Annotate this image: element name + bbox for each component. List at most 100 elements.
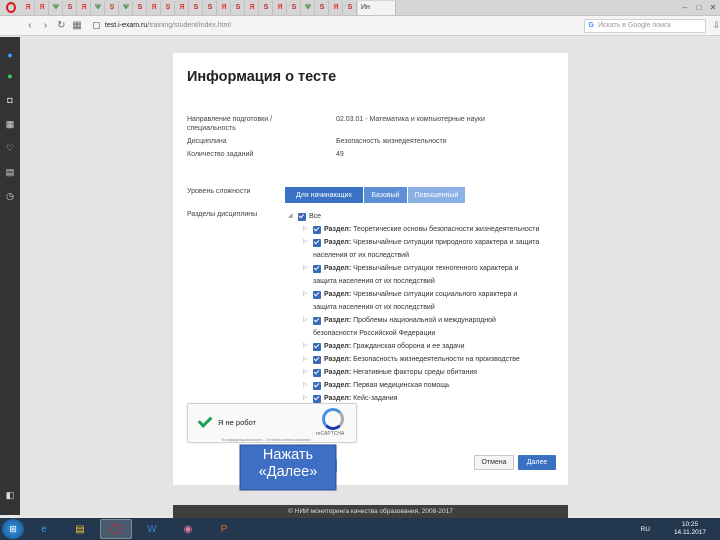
browser-tab[interactable]: Я xyxy=(148,0,161,15)
history-icon[interactable]: ◷ xyxy=(4,190,16,202)
tree-item-section[interactable]: ▷ Раздел: Безопасность жизнедеятельности… xyxy=(303,355,520,364)
tree-item-section[interactable]: ▷ Раздел: Проблемы национальной и междун… xyxy=(303,316,496,325)
tree-item-section[interactable]: ▷ Раздел: Чрезвычайные ситуации природно… xyxy=(303,238,539,247)
checkbox-icon[interactable] xyxy=(313,226,321,234)
tree-item-section[interactable]: ▷ Раздел: Чрезвычайные ситуации техноген… xyxy=(303,264,519,273)
collapse-icon[interactable]: ◢ xyxy=(288,212,298,221)
tree-item-section[interactable]: ▷ Раздел: Первая медицинская помощь xyxy=(303,381,450,390)
browser-tab[interactable]: S xyxy=(162,0,175,15)
checkbox-icon[interactable] xyxy=(313,356,321,364)
browser-tab[interactable]: S xyxy=(260,0,273,15)
next-button[interactable]: Далее xyxy=(518,455,556,470)
snapshot-icon[interactable]: ◘ xyxy=(4,94,16,106)
browser-tab[interactable]: Я xyxy=(22,0,35,15)
browser-tab[interactable]: S xyxy=(288,0,301,15)
browser-tab[interactable]: Я xyxy=(246,0,259,15)
tab-active[interactable]: Ин xyxy=(358,0,396,15)
checkbox-icon[interactable] xyxy=(313,343,321,351)
tree-root-row[interactable]: ◢ Все xyxy=(288,212,321,221)
checkbox-icon[interactable] xyxy=(313,265,321,273)
expand-icon[interactable]: ▷ xyxy=(303,264,313,273)
browser-tab[interactable]: S xyxy=(106,0,119,15)
opera-logo-icon[interactable] xyxy=(0,0,22,16)
close-window-icon[interactable]: ✕ xyxy=(706,1,720,15)
browser-tab[interactable]: S xyxy=(316,0,329,15)
forward-icon[interactable]: › xyxy=(38,17,54,35)
browser-tab[interactable]: S xyxy=(232,0,245,15)
checkbox-icon[interactable] xyxy=(313,291,321,299)
tree-item-section[interactable]: ▷ Раздел: Кейс-задания xyxy=(303,394,397,403)
tab-favicon-icon: Я xyxy=(221,4,227,11)
browser-tab[interactable]: Ψ xyxy=(50,0,63,15)
expand-icon[interactable]: ▷ xyxy=(303,342,313,351)
speed-dial-icon[interactable]: ▦ xyxy=(69,17,85,35)
browser-tab[interactable]: S xyxy=(134,0,147,15)
checkbox-icon[interactable] xyxy=(313,395,321,403)
checkbox-icon[interactable] xyxy=(298,213,306,221)
browser-tab[interactable]: Я xyxy=(218,0,231,15)
section-label-continuation: защита населения от их последствий xyxy=(313,277,435,286)
tree-item-section[interactable]: ▷ Раздел: Гражданская оборона и ее задач… xyxy=(303,342,465,351)
browser-tab[interactable]: Я xyxy=(78,0,91,15)
powerpoint-icon[interactable]: P xyxy=(208,519,240,539)
browser-tab[interactable]: Я xyxy=(330,0,343,15)
tree-item-section[interactable]: ▷ Раздел: Негативные факторы среды обита… xyxy=(303,368,477,377)
browser-tab[interactable]: Я xyxy=(274,0,287,15)
difficulty-basic-button[interactable]: Базовый xyxy=(364,187,408,203)
expand-icon[interactable]: ▷ xyxy=(303,316,313,325)
checkbox-icon[interactable] xyxy=(313,382,321,390)
browser-tab[interactable]: S xyxy=(64,0,77,15)
cancel-button[interactable]: Отмена xyxy=(474,455,514,470)
tree-item-section[interactable]: ▷ Раздел: Теоретические основы безопасно… xyxy=(303,225,539,234)
ie-icon[interactable]: e xyxy=(28,519,60,539)
expand-icon[interactable]: ▷ xyxy=(303,225,313,234)
heart-icon[interactable]: ♡ xyxy=(4,142,16,154)
browser-tab[interactable]: Ψ xyxy=(302,0,315,15)
browser-tab[interactable]: Я xyxy=(36,0,49,15)
section-label-continuation: защита населения от их последствий xyxy=(313,303,435,312)
difficulty-beginner-button[interactable]: Для начинающих xyxy=(285,187,364,203)
browser-tab[interactable]: S xyxy=(204,0,217,15)
minimize-icon[interactable]: – xyxy=(678,1,692,15)
checkbox-icon[interactable] xyxy=(313,239,321,247)
explorer-icon[interactable]: ▤ xyxy=(64,519,96,539)
news-icon[interactable]: ▤ xyxy=(4,166,16,178)
word-icon[interactable]: W xyxy=(136,519,168,539)
tab-favicon-icon: S xyxy=(193,4,199,11)
back-icon[interactable]: ‹ xyxy=(22,17,38,35)
checkbox-icon[interactable] xyxy=(313,369,321,377)
browser-tab[interactable]: S xyxy=(190,0,203,15)
maximize-icon[interactable]: □ xyxy=(692,1,706,15)
start-button[interactable]: ⊞ xyxy=(2,519,24,539)
expand-icon[interactable]: ▷ xyxy=(303,290,313,299)
tab-list: ЯЯΨSЯΨSΨSЯSЯSSЯSЯSЯSΨSЯS xyxy=(22,0,358,15)
language-indicator[interactable]: RU xyxy=(641,526,650,533)
url-field[interactable]: test.i-exam.ru/training/student/index.ht… xyxy=(92,19,460,33)
expand-icon[interactable]: ▷ xyxy=(303,238,313,247)
expand-icon[interactable]: ▷ xyxy=(303,355,313,364)
reload-icon[interactable]: ↻ xyxy=(53,17,69,35)
expand-icon[interactable]: ▷ xyxy=(303,381,313,390)
checkbox-icon[interactable] xyxy=(313,317,321,325)
tree-item-section[interactable]: ▷ Раздел: Чрезвычайные ситуации социальн… xyxy=(303,290,517,299)
opera-taskbar-icon[interactable]: ◯ xyxy=(100,519,132,539)
apps-grid-icon[interactable]: ▦ xyxy=(4,118,16,130)
whatsapp-icon[interactable]: ● xyxy=(4,70,16,82)
recaptcha-widget[interactable]: Я не робот reCAPTCHA Конфиденциальность … xyxy=(187,403,357,443)
captcha-terms-link[interactable]: Конфиденциальность - Условия использован… xyxy=(222,437,311,442)
difficulty-advanced-button[interactable]: Повышенный xyxy=(408,187,465,203)
browser-tab[interactable]: Я xyxy=(176,0,189,15)
messenger-icon[interactable]: ● xyxy=(4,49,16,61)
captcha-checkmark-icon[interactable] xyxy=(198,415,210,427)
download-icon[interactable]: ⇩ xyxy=(712,20,720,31)
browser-tab[interactable]: Ψ xyxy=(92,0,105,15)
section-prefix: Раздел: xyxy=(324,291,352,298)
clock[interactable]: 10:25 14.11.2017 xyxy=(674,521,706,537)
expand-icon[interactable]: ▷ xyxy=(303,368,313,377)
search-input[interactable]: G Искать в Google поиск xyxy=(583,18,707,33)
browser-tab[interactable]: Ψ xyxy=(120,0,133,15)
expand-icon[interactable]: ▷ xyxy=(303,394,313,403)
paint-icon[interactable]: ◉ xyxy=(172,519,204,539)
browser-tab[interactable]: S xyxy=(344,0,357,15)
sidebar-toggle-icon[interactable]: ◧ xyxy=(4,489,16,501)
